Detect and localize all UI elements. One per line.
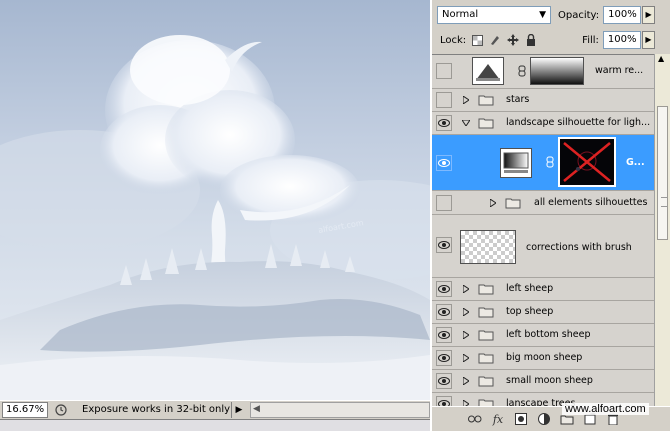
folder-icon: [505, 198, 521, 209]
visibility-toggle[interactable]: [436, 350, 452, 366]
adjustment-thumbnail: [500, 148, 532, 178]
folder-icon: [478, 399, 494, 406]
layer-mask-thumbnail[interactable]: [530, 57, 584, 85]
layer-name: warm re...: [595, 65, 644, 76]
chevron-right-icon[interactable]: [462, 285, 470, 293]
chevron-right-icon[interactable]: [489, 199, 497, 207]
link-layers-icon[interactable]: [466, 410, 484, 428]
layers-panel: Normal ▼ Opacity: 100% ▶ Lock: Fill: 100…: [430, 0, 670, 431]
site-watermark: www.alfoart.com: [562, 403, 649, 415]
opacity-slider-arrow-icon[interactable]: ▶: [642, 6, 656, 24]
document-canvas[interactable]: alfoart.com: [0, 0, 430, 400]
opacity-input[interactable]: 100%: [603, 6, 642, 24]
artwork-image: [0, 35, 430, 400]
chevron-down-icon: ▼: [539, 10, 546, 20]
visibility-toggle[interactable]: [436, 396, 452, 406]
fill-label: Fill:: [582, 34, 599, 46]
layer-style-fx-icon[interactable]: fx: [489, 410, 507, 428]
layer-row[interactable]: left sheep: [432, 278, 654, 301]
layer-row[interactable]: big moon sheep: [432, 347, 654, 370]
lock-label: Lock:: [440, 34, 467, 46]
lock-move-icon[interactable]: [506, 33, 520, 47]
scrollbar-thumb[interactable]: [657, 106, 668, 240]
layer-row[interactable]: warm re...: [432, 55, 654, 89]
visibility-toggle[interactable]: [436, 63, 452, 79]
visibility-toggle[interactable]: [436, 373, 452, 389]
add-mask-icon[interactable]: [512, 410, 530, 428]
visibility-toggle[interactable]: [436, 92, 452, 108]
visibility-toggle[interactable]: [436, 195, 452, 211]
chevron-right-icon[interactable]: [462, 96, 470, 104]
horizontal-scrollbar[interactable]: ◀: [250, 402, 430, 418]
scroll-left-icon[interactable]: ◀: [253, 404, 260, 414]
layer-name: big moon sheep: [506, 352, 583, 363]
visibility-toggle[interactable]: [436, 327, 452, 343]
chevron-right-icon[interactable]: [462, 308, 470, 316]
layers-list[interactable]: warm re... stars landscape silhouette fo…: [432, 54, 654, 406]
layer-thumbnail: [460, 230, 516, 264]
chevron-down-icon[interactable]: [462, 119, 470, 127]
layer-name: corrections with brush: [526, 242, 632, 253]
visibility-toggle[interactable]: [436, 281, 452, 297]
status-menu-arrow-icon[interactable]: ▶: [232, 402, 246, 418]
status-message: Exposure works in 32-bit only: [72, 402, 232, 418]
layer-name: top sheep: [506, 306, 554, 317]
folder-icon: [478, 95, 494, 106]
layer-name: small moon sheep: [506, 375, 593, 386]
layer-row[interactable]: corrections with brush: [432, 215, 654, 278]
visibility-toggle[interactable]: [436, 304, 452, 320]
folder-icon: [478, 307, 494, 318]
folder-icon: [478, 118, 494, 129]
layer-row[interactable]: top sheep: [432, 301, 654, 324]
chevron-right-icon[interactable]: [462, 331, 470, 339]
chevron-right-icon[interactable]: [462, 377, 470, 385]
visibility-toggle[interactable]: [436, 237, 452, 253]
status-bar: 16.67% Exposure works in 32-bit only ▶ ◀: [0, 400, 430, 420]
fill-slider-arrow-icon[interactable]: ▶: [641, 31, 655, 49]
lock-options-row: Lock: Fill: 100% ▶: [432, 28, 670, 52]
layer-row[interactable]: small moon sheep: [432, 370, 654, 393]
visibility-toggle[interactable]: [436, 115, 452, 131]
opacity-label: Opacity:: [558, 9, 600, 21]
lock-transparency-icon[interactable]: [470, 33, 484, 47]
layer-row-selected[interactable]: G...: [432, 135, 654, 191]
layer-name: landscape silhouette for ligh...: [506, 117, 651, 128]
blend-options-row: Normal ▼ Opacity: 100% ▶: [432, 3, 670, 27]
visibility-toggle[interactable]: [436, 155, 452, 171]
layer-mask-thumbnail[interactable]: [558, 137, 616, 187]
layers-vertical-scrollbar[interactable]: ▲: [654, 54, 670, 406]
window-bottom-strip: [0, 420, 430, 431]
zoom-level-field[interactable]: 16.67%: [2, 402, 48, 418]
layer-name: stars: [506, 94, 530, 105]
scroll-up-icon[interactable]: ▲: [658, 54, 664, 63]
folder-icon: [478, 376, 494, 387]
blend-mode-dropdown[interactable]: Normal ▼: [437, 6, 551, 24]
fill-input[interactable]: 100%: [602, 31, 641, 49]
link-chain-icon[interactable]: [546, 156, 554, 168]
blend-mode-value: Normal: [442, 9, 479, 20]
lock-all-icon[interactable]: [524, 33, 538, 47]
document-info-icon[interactable]: [52, 402, 70, 418]
link-chain-icon[interactable]: [518, 65, 526, 77]
chevron-right-icon[interactable]: [462, 354, 470, 362]
layer-row[interactable]: left bottom sheep: [432, 324, 654, 347]
layer-name: all elements silhouettes: [534, 197, 648, 208]
layer-row[interactable]: all elements silhouettes: [432, 191, 654, 215]
layer-name: G...: [626, 157, 645, 168]
folder-icon: [478, 330, 494, 341]
layer-name: left sheep: [506, 283, 554, 294]
adjustment-thumbnail: [472, 57, 504, 85]
layer-row[interactable]: landscape silhouette for ligh...: [432, 112, 654, 135]
lock-brush-icon[interactable]: [488, 33, 502, 47]
adjustment-layer-icon[interactable]: [535, 410, 553, 428]
folder-icon: [478, 353, 494, 364]
folder-icon: [478, 284, 494, 295]
layer-name: left bottom sheep: [506, 329, 591, 340]
layer-row[interactable]: stars: [432, 89, 654, 112]
